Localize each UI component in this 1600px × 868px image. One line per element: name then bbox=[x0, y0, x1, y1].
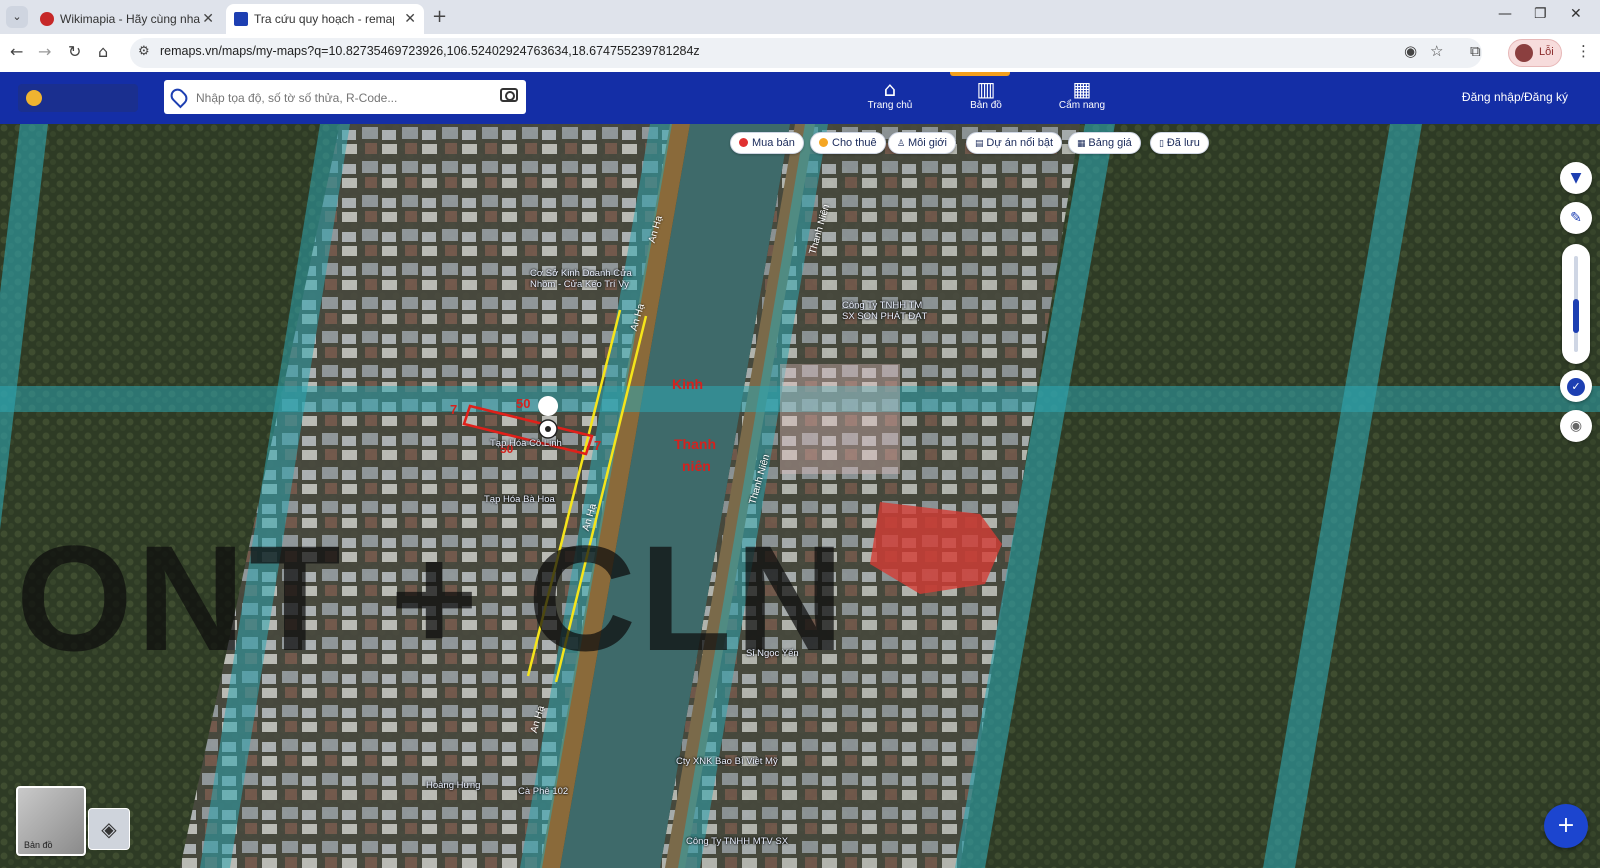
parcel-right-dimension: 7 bbox=[594, 438, 602, 453]
browser-tab-bar: ⌄ Wikimapia - Hãy cùng nhau mô ✕ Tra cứu… bbox=[0, 0, 1600, 34]
restore-button[interactable]: ❐ bbox=[1534, 6, 1547, 22]
filter-button[interactable]: ▼ bbox=[1560, 162, 1592, 194]
tab-search-button[interactable]: ⌄ bbox=[6, 6, 28, 28]
extensions-icon[interactable]: ⧉ bbox=[1470, 42, 1481, 60]
tab-label: Tra cứu quy hoạch - remaps.vn bbox=[254, 12, 394, 26]
logo-mark-icon bbox=[26, 90, 42, 106]
canal-annotation: Kinh bbox=[672, 376, 704, 392]
chip-du-an-noi-bat[interactable]: ▤ Dự án nổi bật bbox=[966, 132, 1063, 154]
building-icon: ▤ bbox=[975, 139, 987, 149]
chip-cho-thue[interactable]: Cho thuê bbox=[810, 132, 886, 154]
tab-label: Wikimapia - Hãy cùng nhau mô bbox=[60, 12, 200, 26]
nav-map-label: Bản đồ bbox=[970, 100, 1002, 111]
zoning-overlay-text: ONT + CLN bbox=[16, 514, 848, 682]
nav-map[interactable]: ▥ Bản đồ bbox=[950, 72, 1016, 111]
orange-dot-icon bbox=[819, 138, 828, 147]
close-tab-icon[interactable]: ✕ bbox=[202, 4, 214, 34]
poi-label[interactable]: Cty XNK Bao Bì Việt Mỹ bbox=[676, 756, 778, 767]
map-search-box bbox=[164, 80, 526, 114]
avatar bbox=[1515, 44, 1533, 62]
basemap-label: Bản đồ bbox=[24, 840, 53, 850]
nav-handbook[interactable]: ▦ Cẩm nang bbox=[1052, 78, 1112, 111]
search-input[interactable] bbox=[194, 86, 488, 110]
app-header: ⌂ Trang chủ ▥ Bản đồ ▦ Cẩm nang Đăng nhậ… bbox=[0, 72, 1600, 124]
profile-button[interactable]: Lỗi bbox=[1508, 39, 1562, 67]
satellite-imagery bbox=[0, 124, 1600, 868]
browser-tab-wikimapia[interactable]: Wikimapia - Hãy cùng nhau mô ✕ bbox=[32, 4, 222, 34]
road-annotation-line1: Thanh bbox=[674, 436, 716, 452]
poi-label[interactable]: Công Ty TNHH TM SX SON PHÁT ĐẠT bbox=[842, 300, 934, 322]
browser-toolbar: ← → ↻ ⌂ ⚙ remaps.vn/maps/my-maps?q=10.82… bbox=[0, 34, 1600, 73]
url-text[interactable]: remaps.vn/maps/my-maps?q=10.827354697239… bbox=[160, 44, 700, 58]
close-window-button[interactable]: ✕ bbox=[1570, 6, 1582, 22]
red-dot-icon bbox=[739, 138, 748, 147]
remaps-favicon-icon bbox=[234, 12, 248, 26]
ruler-icon: ✎ bbox=[1570, 210, 1582, 226]
camera-icon[interactable] bbox=[500, 88, 518, 102]
chip-mua-ban[interactable]: Mua bán bbox=[730, 132, 804, 154]
confirm-button[interactable]: ✓ bbox=[1560, 370, 1592, 402]
bookmark-icon: ▯ bbox=[1159, 139, 1167, 149]
map-icon: ▥ bbox=[976, 77, 996, 101]
browser-tab-remaps[interactable]: Tra cứu quy hoạch - remaps.vn ✕ bbox=[226, 4, 424, 34]
poi-label[interactable]: Tạp Hóa Cô Linh bbox=[490, 438, 562, 449]
parcel-left-dimension: 7 bbox=[450, 402, 458, 417]
parcel-top-dimension: 50 bbox=[516, 396, 531, 411]
poi-label[interactable]: Hoàng Hưng bbox=[426, 780, 480, 791]
poi-label[interactable]: Cà Phê 102 bbox=[518, 786, 568, 797]
slider-fill[interactable] bbox=[1573, 299, 1579, 333]
opacity-slider[interactable] bbox=[1562, 244, 1590, 364]
back-button[interactable]: ← bbox=[10, 43, 23, 61]
plus-icon: + bbox=[1556, 813, 1576, 838]
check-circle-icon: ✓ bbox=[1567, 378, 1585, 396]
basemap-switcher[interactable]: Bản đồ bbox=[16, 786, 86, 856]
locate-me-button[interactable]: ◉ bbox=[1560, 410, 1592, 442]
minimize-button[interactable]: — bbox=[1498, 6, 1512, 22]
chip-bang-gia[interactable]: ▦ Bảng giá bbox=[1068, 132, 1141, 154]
wikimapia-favicon-icon bbox=[40, 12, 54, 26]
profile-label: Lỗi bbox=[1539, 46, 1554, 58]
close-tab-icon[interactable]: ✕ bbox=[404, 4, 416, 34]
poi-label[interactable]: Cơ Sở Kinh Doanh Cửa Nhôm - Cửa Kéo Trí … bbox=[530, 268, 640, 290]
nav-home-label: Trang chủ bbox=[867, 100, 913, 111]
more-menu-icon[interactable]: ⋮ bbox=[1576, 42, 1591, 60]
site-info-icon[interactable]: ⚙ bbox=[138, 44, 150, 59]
poi-label[interactable]: Công Ty TNHH MTV SX bbox=[686, 836, 788, 847]
road-annotation-line2: niên bbox=[682, 458, 711, 474]
layers-button[interactable]: ◈ bbox=[88, 808, 130, 850]
person-icon: ♙ bbox=[897, 139, 908, 149]
filter-icon: ▼ bbox=[1570, 170, 1582, 186]
reload-button[interactable]: ↻ bbox=[68, 43, 81, 61]
login-register-link[interactable]: Đăng nhập/Đăng ký bbox=[1462, 90, 1568, 104]
map-canvas[interactable]: ONT + CLN 50 7 7 50 Kinh Thanh niên An H… bbox=[0, 124, 1600, 868]
location-pin-icon bbox=[167, 85, 191, 109]
table-icon: ▦ bbox=[1077, 139, 1089, 149]
poi-label[interactable]: Tạp Hóa Bà Hoa bbox=[484, 494, 555, 505]
chip-moi-gioi[interactable]: ♙ Môi giới bbox=[888, 132, 956, 154]
poi-label[interactable]: Sỉ Ngọc Yến bbox=[746, 648, 799, 659]
chip-da-luu[interactable]: ▯ Đã lưu bbox=[1150, 132, 1209, 154]
add-button[interactable]: + bbox=[1544, 804, 1588, 848]
home-button[interactable]: ⌂ bbox=[98, 43, 108, 61]
layers-icon: ◈ bbox=[101, 817, 117, 841]
forward-button[interactable]: → bbox=[38, 43, 51, 61]
site-logo[interactable] bbox=[18, 84, 138, 112]
nav-handbook-label: Cẩm nang bbox=[1058, 100, 1106, 111]
locate-icon: ◉ bbox=[1569, 418, 1583, 434]
nav-home[interactable]: ⌂ Trang chủ bbox=[860, 78, 920, 111]
new-tab-button[interactable]: + bbox=[432, 6, 447, 28]
location-icon[interactable]: ◉ bbox=[1404, 42, 1417, 60]
handbook-icon: ▦ bbox=[1072, 77, 1092, 101]
home-icon: ⌂ bbox=[883, 77, 897, 101]
bookmark-star-icon[interactable]: ☆ bbox=[1430, 42, 1443, 60]
measure-button[interactable]: ✎ bbox=[1560, 202, 1592, 234]
